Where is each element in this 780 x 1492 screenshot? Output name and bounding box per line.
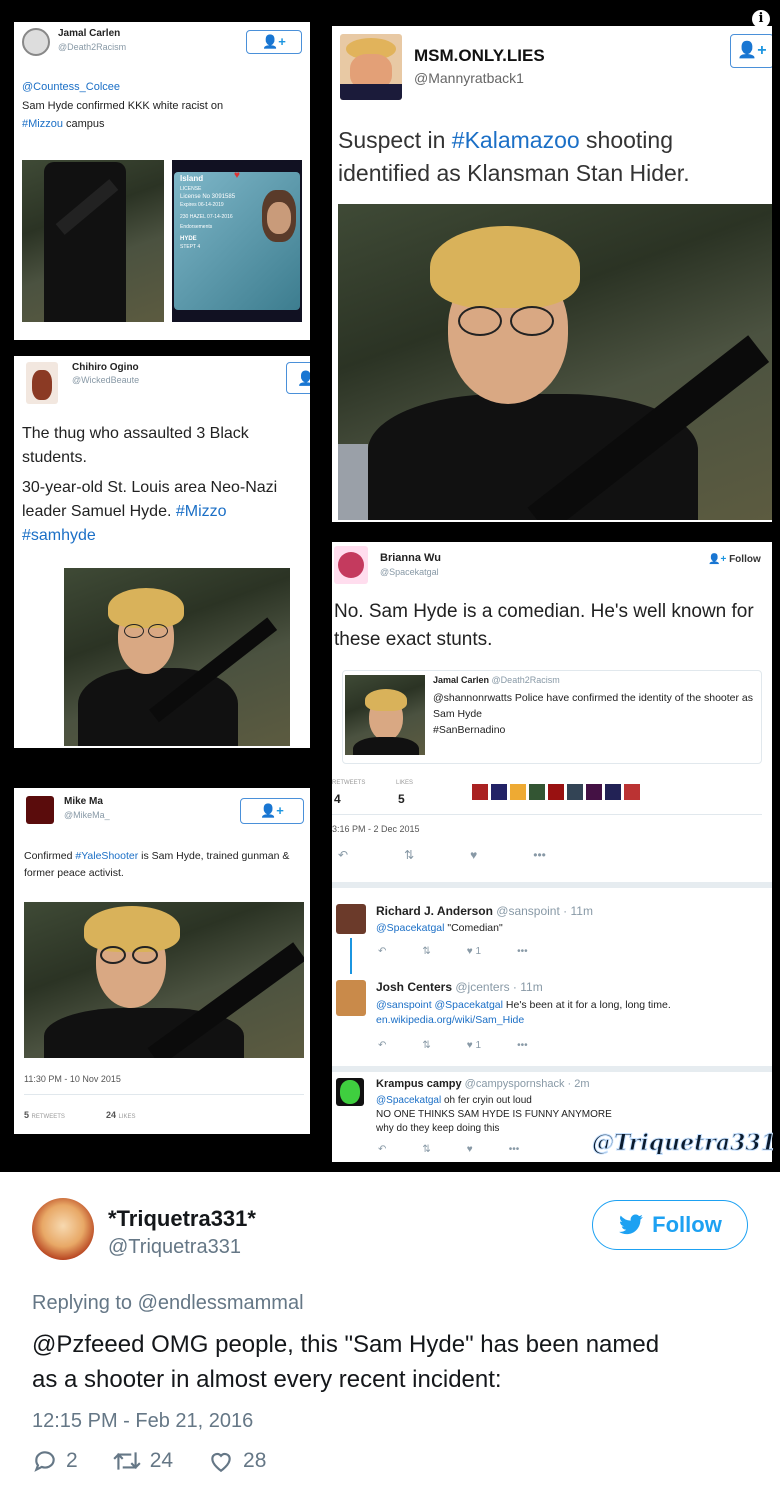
avatar	[336, 1078, 364, 1106]
retweets-label: RETWEETS	[332, 780, 366, 786]
display-name: Mike Ma	[64, 796, 103, 807]
image-collage: i Jamal Carlen @Death2Racism 👤+ @Countes…	[0, 0, 780, 1172]
like-icon[interactable]: ♥	[470, 848, 477, 862]
tweet-card-msm-only-lies: MSM.ONLY.LIES @Mannyratback1 👤+ Suspect …	[332, 26, 772, 522]
heart-icon: ♥	[234, 170, 240, 181]
more-icon[interactable]: •••	[509, 1144, 520, 1155]
reply-icon[interactable]: ↶	[338, 848, 348, 862]
retweet-count: 4	[334, 792, 341, 806]
photo-man	[22, 160, 164, 322]
avatar	[22, 28, 50, 56]
tweet-text: No. Sam Hyde is a comedian. He's well kn…	[334, 601, 754, 650]
tweet-actions: ↶ ⇅ ♥ •••	[338, 848, 546, 862]
photo-drivers-license: Island ♥ LICENSE License No 3091585 Expi…	[172, 160, 302, 322]
reply-actions: ↶ ⇅ ♥ 1 •••	[378, 1040, 528, 1051]
reply-name: Richard J. Anderson @sanspoint · 11m	[376, 904, 593, 918]
tweet-card-chihiro-ogino: Chihiro Ogino @WickedBeaute 👤 The thug w…	[14, 356, 310, 748]
retweet-icon[interactable]: ⇅	[422, 1144, 430, 1155]
retweet-icon[interactable]: ⇅	[422, 946, 430, 957]
timestamp: 3:16 PM - 2 Dec 2015	[332, 824, 420, 834]
reply-name: Josh Centers @jcenters · 11m	[376, 980, 543, 994]
follow-button[interactable]: 👤	[286, 362, 310, 394]
timestamp: 11:30 PM - 10 Nov 2015	[24, 1074, 121, 1084]
reply-button[interactable]: 2	[32, 1448, 78, 1474]
reply-text: @Spacekatgal "Comedian"	[376, 922, 503, 934]
like-icon[interactable]: ♥ 1	[467, 946, 481, 957]
replying-to: Replying to @endlessmammal	[32, 1292, 304, 1314]
follow-button[interactable]: Follow	[592, 1200, 748, 1250]
twitter-bird-icon	[619, 1214, 644, 1235]
follow-button[interactable]: 👤+	[240, 798, 304, 824]
tweet-card-brianna-wu: Brianna Wu @Spacekatgal 👤+ Follow No. Sa…	[332, 542, 772, 1162]
avatar	[334, 546, 368, 584]
display-name: MSM.ONLY.LIES	[414, 46, 545, 65]
quoted-tweet[interactable]: Jamal Carlen @Death2Racism @shannonrwatt…	[342, 670, 762, 764]
heart-icon	[211, 1452, 231, 1473]
likes-label: LIKES	[396, 780, 414, 786]
handle: @Mannyratback1	[414, 70, 524, 86]
quoted-photo	[345, 675, 425, 755]
avatar	[26, 362, 58, 404]
reply-item: Richard J. Anderson @sanspoint · 11m @Sp…	[332, 902, 772, 974]
like-icon[interactable]: ♥ 1	[467, 1040, 481, 1051]
reply-icon[interactable]: ↶	[378, 946, 386, 957]
retweet-icon[interactable]: ⇅	[422, 1040, 430, 1051]
display-name: Brianna Wu	[380, 552, 441, 564]
like-icon[interactable]: ♥	[467, 1144, 473, 1155]
handle: @MikeMa_	[64, 810, 110, 820]
watermark: @Triquetra331	[591, 1130, 777, 1157]
follow-button[interactable]: 👤+	[730, 34, 772, 68]
display-name: Chihiro Ogino	[72, 362, 139, 373]
reply-icon[interactable]: ↶	[378, 1040, 386, 1051]
photo-man-with-rifle	[24, 902, 304, 1058]
tweet-text: @Pzfeeed OMG people, this "Sam Hyde" has…	[32, 1331, 660, 1393]
handle: @WickedBeaute	[72, 375, 140, 385]
more-icon[interactable]: •••	[517, 1040, 528, 1051]
more-icon[interactable]: •••	[517, 946, 528, 957]
handle: @Spacekatgal	[380, 567, 439, 577]
like-button[interactable]: 28	[207, 1448, 266, 1474]
tweet-text: The thug who assaulted 3 Black students.…	[22, 425, 278, 544]
tweet-text: Confirmed #YaleShooter is Sam Hyde, trai…	[24, 850, 290, 880]
liker-avatars	[472, 784, 640, 800]
avatar	[340, 34, 402, 100]
retweet-button[interactable]: 24	[112, 1448, 173, 1474]
reply-icon	[34, 1451, 55, 1472]
photo-man-with-rifle	[64, 568, 290, 746]
handle: @Death2Racism	[58, 42, 127, 52]
display-name: Jamal Carlen	[58, 28, 121, 39]
more-icon[interactable]: •••	[533, 848, 546, 862]
like-count: 5	[398, 792, 405, 806]
avatar	[26, 796, 54, 824]
follow-button[interactable]: 👤+ Follow	[708, 554, 761, 565]
reply-item: Josh Centers @jcenters · 11m @sanspoint …	[332, 978, 772, 1064]
retweet-icon[interactable]: ⇅	[404, 848, 414, 862]
like-count: 24 LIKES	[106, 1110, 136, 1120]
reply-name: Krampus campy @campyspornshack · 2m	[376, 1078, 590, 1090]
reply-actions: ↶ ⇅ ♥ •••	[378, 1144, 519, 1155]
avatar	[336, 980, 366, 1016]
tweet-text: Suspect in #Kalamazoo shooting identifie…	[338, 127, 690, 187]
tweet-card-mike-ma: Mike Ma @MikeMa_ 👤+ Confirmed #YaleShoot…	[14, 788, 310, 1134]
quoted-text: @shannonrwatts Police have confirmed the…	[433, 692, 754, 736]
handle[interactable]: @Triquetra331	[108, 1236, 241, 1259]
quoted-name: Jamal Carlen @Death2Racism	[433, 675, 560, 685]
reply-text: @sanspoint @Spacekatgal He's been at it …	[376, 999, 671, 1027]
reply-actions: ↶ ⇅ ♥ 1 •••	[378, 946, 528, 957]
retweet-icon	[113, 1452, 141, 1470]
retweet-count: 5 RETWEETS	[24, 1110, 65, 1120]
reply-icon[interactable]: ↶	[378, 1144, 386, 1155]
display-name[interactable]: *Triquetra331*	[108, 1206, 256, 1232]
tweet-text: @Countess_Colcee Sam Hyde confirmed KKK …	[22, 81, 224, 131]
follow-button[interactable]: 👤+	[246, 30, 302, 54]
photo-man-with-rifle	[338, 204, 772, 520]
avatar[interactable]	[32, 1198, 94, 1260]
timestamp[interactable]: 12:15 PM - Feb 21, 2016	[32, 1410, 253, 1433]
tweet-card-jamal-carlen: Jamal Carlen @Death2Racism 👤+ @Countess_…	[14, 22, 310, 340]
tweet-actions: 2 24 28	[32, 1448, 266, 1474]
avatar	[336, 904, 366, 934]
